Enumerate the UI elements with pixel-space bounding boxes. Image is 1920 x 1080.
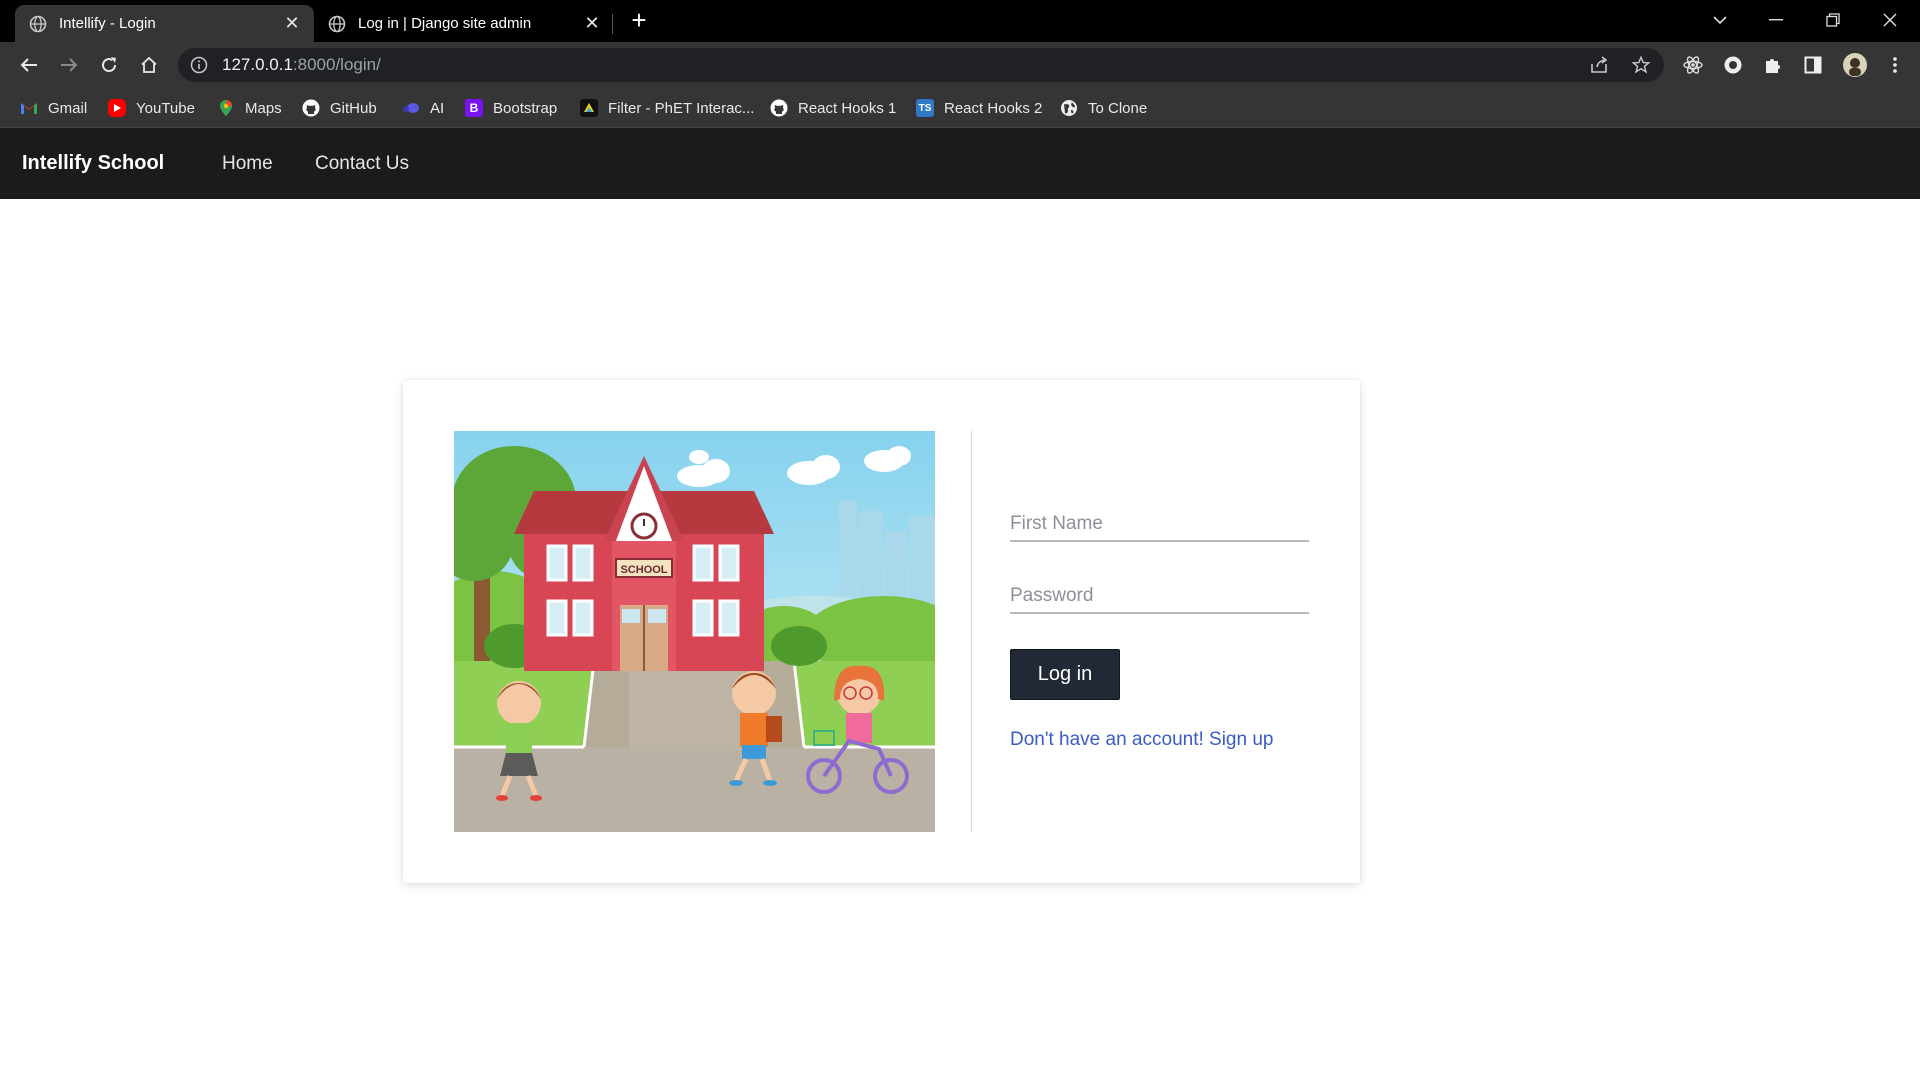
minimize-icon xyxy=(1769,19,1783,21)
school-sign-text: SCHOOL xyxy=(620,564,667,576)
window-close-button[interactable] xyxy=(1867,4,1913,36)
bookmark-label: Maps xyxy=(245,99,282,117)
first-name-input[interactable] xyxy=(1010,508,1309,540)
bookmark-bootstrap[interactable]: B Bootstrap xyxy=(465,97,557,119)
profile-avatar[interactable] xyxy=(1842,52,1868,78)
signup-link[interactable]: Don't have an account! Sign up xyxy=(1010,729,1273,751)
page-content: Intellify School Home Contact Us SCHOOL … xyxy=(0,128,1920,1080)
bookmark-label: React Hooks 1 xyxy=(798,99,897,117)
globe-icon xyxy=(29,15,47,32)
home-button[interactable] xyxy=(134,50,164,80)
bookmark-phet[interactable]: Filter - PhET Interac... xyxy=(580,97,754,119)
minimize-button[interactable] xyxy=(1753,4,1799,36)
login-card: SCHOOL First Name Log in Don't have an a… xyxy=(403,380,1360,883)
close-icon[interactable]: ✕ xyxy=(284,13,300,34)
typescript-icon: TS xyxy=(916,99,934,117)
bookmark-label: YouTube xyxy=(136,99,195,117)
browser-tabstrip: Intellify - Login ✕ Log in | Django site… xyxy=(0,0,1920,42)
extensions-puzzle-icon[interactable] xyxy=(1762,54,1784,76)
bookmark-react-hooks-1[interactable]: React Hooks 1 xyxy=(770,97,896,119)
restore-icon xyxy=(1826,13,1840,27)
reload-button[interactable] xyxy=(94,50,124,80)
password-field xyxy=(1010,580,1309,614)
site-navbar: Intellify School Home Contact Us xyxy=(0,128,1920,199)
bookmark-label: Filter - PhET Interac... xyxy=(608,99,755,117)
react-devtools-icon[interactable] xyxy=(1682,54,1704,76)
github-icon xyxy=(302,99,320,117)
tab-title: Intellify - Login xyxy=(59,15,156,32)
phet-icon xyxy=(580,99,598,117)
bookmark-label: Gmail xyxy=(48,99,88,117)
bookmark-youtube[interactable]: YouTube xyxy=(108,97,195,119)
bookmark-ai[interactable]: AI xyxy=(402,97,444,119)
tab-divider xyxy=(612,14,613,34)
bookmark-label: AI xyxy=(430,99,445,117)
bookmark-label: To Clone xyxy=(1088,99,1148,117)
globe-icon xyxy=(1060,99,1078,117)
vertical-divider xyxy=(971,431,972,832)
nav-contact-us[interactable]: Contact Us xyxy=(315,153,409,175)
nav-home[interactable]: Home xyxy=(222,153,273,175)
chevron-down-icon xyxy=(1713,16,1727,25)
close-icon xyxy=(1883,13,1897,27)
address-bar[interactable]: 127.0.0.1:8000/login/ xyxy=(178,48,1664,82)
gmail-icon xyxy=(20,99,38,117)
share-icon[interactable] xyxy=(1588,56,1612,74)
home-icon xyxy=(141,56,157,73)
tab-django-admin[interactable]: Log in | Django site admin ✕ xyxy=(314,5,614,42)
school-illustration: SCHOOL xyxy=(454,431,935,832)
bookmark-label: Bootstrap xyxy=(493,99,558,117)
bookmarks-bar: Gmail YouTube Maps GitHub AI B Bootstrap… xyxy=(0,88,1920,128)
tab-search-button[interactable] xyxy=(1697,4,1743,36)
bookmark-react-hooks-2[interactable]: TS React Hooks 2 xyxy=(916,97,1042,119)
side-panel-icon[interactable] xyxy=(1802,54,1824,76)
more-menu-icon[interactable] xyxy=(1884,54,1906,76)
bookmark-gmail[interactable]: Gmail xyxy=(20,97,87,119)
github-icon xyxy=(770,99,788,117)
bookmark-label: GitHub xyxy=(330,99,377,117)
site-brand[interactable]: Intellify School xyxy=(22,152,164,175)
bootstrap-icon: B xyxy=(465,99,483,117)
tab-intellify-login[interactable]: Intellify - Login ✕ xyxy=(15,5,314,42)
url-host: 127.0.0.1 xyxy=(222,55,293,74)
password-input[interactable] xyxy=(1010,580,1309,612)
globe-icon xyxy=(328,15,346,32)
youtube-icon xyxy=(108,99,126,117)
bookmark-maps[interactable]: Maps xyxy=(217,97,282,119)
maps-icon xyxy=(217,99,235,117)
first-name-field xyxy=(1010,508,1309,542)
arrow-left-icon xyxy=(20,58,37,72)
url-path: :8000/login/ xyxy=(292,55,381,74)
extension-circle-icon[interactable] xyxy=(1722,54,1744,76)
close-icon[interactable]: ✕ xyxy=(584,13,600,34)
back-button[interactable] xyxy=(14,50,44,80)
arrow-right-icon xyxy=(61,58,78,72)
new-tab-button[interactable]: + xyxy=(623,7,655,35)
restore-button[interactable] xyxy=(1810,4,1856,36)
login-button[interactable]: Log in xyxy=(1010,649,1120,700)
reload-icon xyxy=(102,57,117,73)
star-icon[interactable] xyxy=(1629,56,1653,74)
forward-button[interactable] xyxy=(54,50,84,80)
bookmark-label: React Hooks 2 xyxy=(944,99,1043,117)
info-icon[interactable] xyxy=(190,56,208,74)
ai-icon xyxy=(402,99,420,117)
browser-toolbar: 127.0.0.1:8000/login/ xyxy=(0,42,1920,88)
tab-title: Log in | Django site admin xyxy=(358,15,532,32)
bookmark-to-clone[interactable]: To Clone xyxy=(1060,97,1147,119)
bookmark-github[interactable]: GitHub xyxy=(302,97,377,119)
